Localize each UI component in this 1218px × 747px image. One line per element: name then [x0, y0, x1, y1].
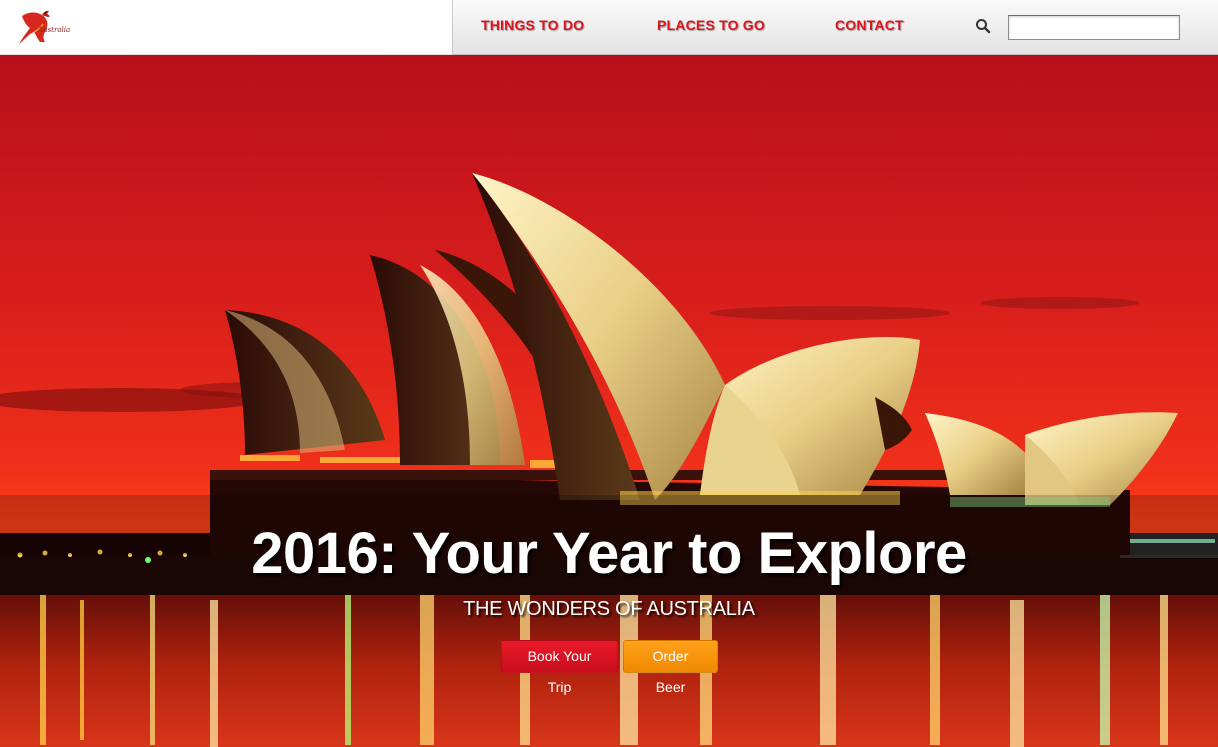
logo-area: Australia: [0, 0, 452, 55]
nav-contact[interactable]: CONTACT: [835, 17, 904, 33]
search-input[interactable]: [1008, 15, 1180, 40]
site-header: Australia THINGS TO DO PLACES TO GO CONT…: [0, 0, 1218, 55]
hero-button-row: Book Your Trip Order Beer: [0, 640, 1218, 695]
main-nav: THINGS TO DO PLACES TO GO CONTACT: [452, 0, 1218, 55]
book-your-trip-button[interactable]: Book Your Trip: [501, 640, 618, 695]
hero-title: 2016: Your Year to Explore: [251, 521, 967, 586]
nav-places-to-go[interactable]: PLACES TO GO: [657, 17, 765, 33]
nav-things-to-do[interactable]: THINGS TO DO: [481, 17, 584, 33]
hero-subtitle: THE WONDERS OF AUSTRALIA: [463, 598, 755, 620]
logo-wordmark: Australia: [38, 26, 71, 34]
hero-section: 2016: Your Year to Explore THE WONDERS O…: [0, 55, 1218, 747]
order-beer-button[interactable]: Order Beer: [623, 640, 718, 695]
search-icon[interactable]: [975, 18, 991, 34]
